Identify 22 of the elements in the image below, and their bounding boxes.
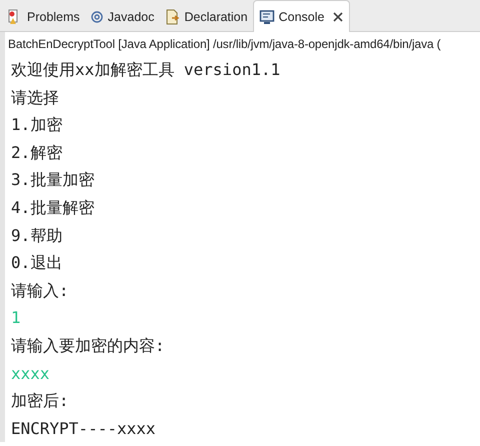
document-icon — [164, 8, 180, 24]
console-line: 1.加密 — [10, 114, 64, 136]
close-icon[interactable] — [332, 10, 344, 22]
console-line: 加密后: — [10, 390, 70, 412]
console-line: 4.批量解密 — [10, 196, 96, 219]
view-tab[interactable]: Javadoc — [84, 2, 160, 31]
monitor-icon — [258, 8, 275, 24]
console-line: 2.解密 — [10, 142, 64, 164]
view-tab[interactable]: Console — [252, 0, 350, 32]
console-line: 请输入: — [10, 280, 70, 302]
console-line: 9.帮助 — [10, 224, 64, 247]
console-line: 请选择 — [10, 86, 60, 109]
console-line: 1 — [10, 307, 22, 330]
view-tab[interactable]: Declaration — [159, 2, 253, 31]
console-line: xxxx — [10, 362, 51, 385]
console-line: 0.退出 — [10, 252, 64, 274]
view-tab[interactable]: Problems — [2, 2, 85, 31]
console-line: 欢迎使用xx加解密工具 version1.1 — [10, 59, 282, 81]
console-line: ENCRYPT----xxxx — [10, 418, 156, 440]
process-label: BatchEnDecryptTool [Java Application] /usr/lib/jvm/java-8-openjdk-amd64/bin/java ( — [7, 36, 442, 53]
console-line: 请输入要加密的内容: — [10, 334, 166, 357]
console-line: 3.批量加密 — [10, 169, 96, 192]
